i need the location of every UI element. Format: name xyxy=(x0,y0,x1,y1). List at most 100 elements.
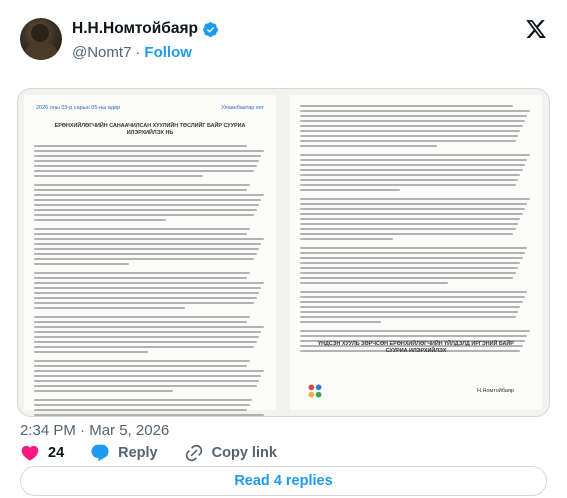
user-handle[interactable]: @Nomt7 xyxy=(72,44,131,61)
doc-text-line xyxy=(300,130,521,132)
follow-button[interactable]: Follow xyxy=(144,44,192,61)
document-image[interactable]: 2026 оны 03-р сарын 05-ны өдөр Улаанбаат… xyxy=(17,88,550,417)
doc-text-line xyxy=(300,115,528,117)
doc-text-line xyxy=(34,316,250,318)
doc-text-line xyxy=(300,296,526,298)
avatar[interactable] xyxy=(20,18,62,60)
read-replies-button[interactable]: Read 4 replies xyxy=(20,466,547,496)
doc-text-line xyxy=(300,110,530,112)
doc-text-line xyxy=(300,316,516,318)
doc-text-line xyxy=(34,297,257,299)
tweet-card: Н.Н.Номтойбаяр @Nomt7 · Follow 2026 оны … xyxy=(0,0,567,498)
doc-text-line xyxy=(34,175,204,177)
reply-button[interactable]: Reply xyxy=(90,443,158,463)
doc-text-line xyxy=(300,179,519,181)
doc-text-line xyxy=(300,159,528,161)
organization-logo-icon xyxy=(308,384,322,398)
doc-text-line xyxy=(300,140,516,142)
doc-text-line xyxy=(300,291,528,293)
doc-title: ЕРӨНХИЙЛӨГЧИЙН САНААЧИЛСАН ХУУЛИЙН ТӨСЛИ… xyxy=(54,123,246,136)
doc-text-line xyxy=(300,169,523,171)
verified-badge-icon xyxy=(203,21,218,37)
doc-text-line xyxy=(34,351,148,353)
like-button[interactable]: 24 xyxy=(20,443,64,463)
doc-date-header: 2026 оны 03-р сарын 05-ны өдөр xyxy=(36,105,121,111)
doc-text-line xyxy=(300,272,516,274)
doc-text-line xyxy=(34,209,257,211)
doc-text-line xyxy=(34,228,250,230)
doc-text-line xyxy=(34,380,260,382)
doc-text-line xyxy=(300,164,526,166)
doc-text-line xyxy=(34,331,262,333)
reply-bubble-icon xyxy=(91,444,109,462)
handle-row: @Nomt7 · Follow xyxy=(72,44,192,61)
doc-signature: Н.Номтойбаяр xyxy=(476,388,514,394)
doc-text-line xyxy=(300,208,526,210)
doc-text-line xyxy=(34,346,255,348)
doc-closing-heading: ҮНДСЭН ХУУЛЬ ЗӨРЧСӨН ЕРӨНХИЙЛӨГЧИЙН ҮЙЛД… xyxy=(318,341,514,354)
doc-text-line xyxy=(34,292,260,294)
doc-text-line xyxy=(34,253,257,255)
doc-text-line xyxy=(34,307,185,309)
doc-text-line xyxy=(34,360,250,362)
doc-text-line xyxy=(300,335,528,337)
doc-text-line xyxy=(300,282,449,284)
doc-text-line xyxy=(300,257,523,259)
reply-label: Reply xyxy=(118,445,158,461)
link-icon xyxy=(185,444,202,462)
doc-text-line xyxy=(300,330,530,332)
dot-separator: · xyxy=(135,44,141,61)
doc-text-line xyxy=(34,282,264,284)
doc-text-line xyxy=(34,214,255,216)
heart-icon xyxy=(21,445,39,461)
doc-text-line xyxy=(300,174,521,176)
doc-text-line xyxy=(300,223,519,225)
doc-text-line xyxy=(34,233,248,235)
doc-text-line xyxy=(34,321,248,323)
doc-text-line xyxy=(34,341,257,343)
document-page-right: ҮНДСЭН ХУУЛЬ ЗӨРЧСӨН ЕРӨНХИЙЛӨГЧИЙН ҮЙЛД… xyxy=(290,95,542,410)
doc-text-line xyxy=(34,409,248,411)
x-logo-icon[interactable] xyxy=(525,18,547,40)
copy-link-button[interactable]: Copy link xyxy=(184,443,277,463)
doc-text-line xyxy=(300,135,519,137)
doc-text-line xyxy=(34,155,262,157)
date-text: Mar 5, 2026 xyxy=(89,422,170,439)
tweet-timestamp[interactable]: 2:34 PM · Mar 5, 2026 xyxy=(20,422,169,439)
doc-text-line xyxy=(300,252,526,254)
doc-text-line xyxy=(300,267,519,269)
doc-text-line xyxy=(300,105,514,107)
doc-text-line xyxy=(34,263,130,265)
doc-text-line xyxy=(34,194,264,196)
doc-text-line xyxy=(34,365,248,367)
doc-text-line xyxy=(300,247,528,249)
doc-place-header: Улаанбаатар хот xyxy=(221,105,264,111)
doc-text-line xyxy=(34,170,255,172)
doc-text-line xyxy=(34,219,167,221)
doc-text-line xyxy=(300,145,437,147)
doc-text-line xyxy=(34,150,264,152)
doc-text-line xyxy=(34,165,257,167)
doc-text-line xyxy=(300,311,519,313)
doc-text-line xyxy=(34,184,250,186)
doc-text-line xyxy=(300,262,521,264)
doc-text-line xyxy=(34,258,255,260)
doc-text-line xyxy=(300,125,523,127)
doc-text-line xyxy=(300,238,393,240)
doc-text-line xyxy=(34,287,262,289)
doc-text-line xyxy=(300,228,516,230)
doc-text-line xyxy=(34,238,264,240)
doc-text-line xyxy=(300,306,521,308)
doc-text-line xyxy=(34,399,253,401)
doc-text-line xyxy=(34,145,248,147)
likes-count: 24 xyxy=(48,445,65,461)
doc-text-line xyxy=(34,189,248,191)
doc-text-line xyxy=(300,154,530,156)
meta-separator: · xyxy=(80,422,86,439)
doc-text-line xyxy=(34,404,250,406)
doc-text-line xyxy=(34,248,260,250)
doc-text-line xyxy=(34,302,255,304)
doc-text-line xyxy=(34,160,260,162)
display-name[interactable]: Н.Н.Номтойбаяр xyxy=(72,20,198,38)
doc-text-line xyxy=(34,204,260,206)
